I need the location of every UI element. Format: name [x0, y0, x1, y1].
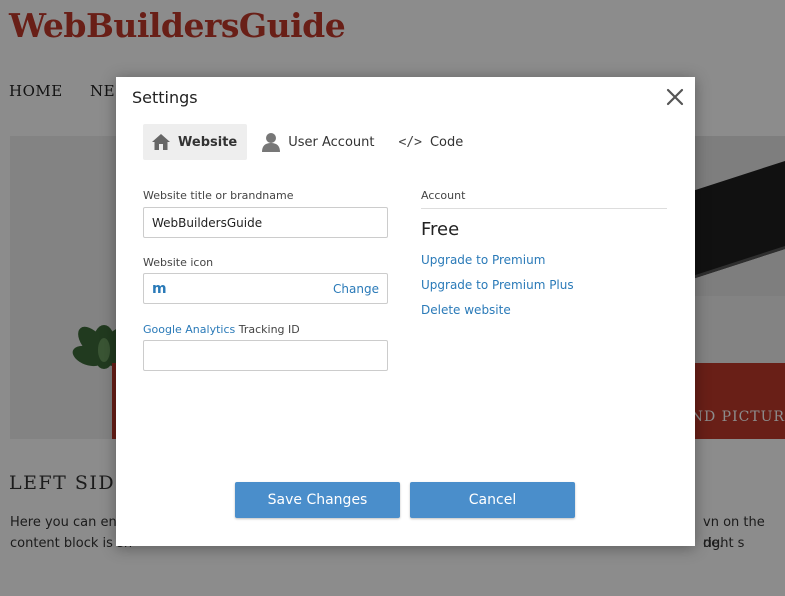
analytics-label-suffix: Tracking ID	[235, 323, 300, 336]
analytics-label: Google Analytics Tracking ID	[143, 323, 300, 336]
website-title-input[interactable]: WebBuildersGuide	[143, 207, 388, 238]
upgrade-premium-link[interactable]: Upgrade to Premium	[421, 253, 545, 267]
account-plan: Free	[421, 219, 460, 240]
upgrade-premium-plus-link[interactable]: Upgrade to Premium Plus	[421, 278, 574, 292]
tracking-id-input[interactable]	[143, 340, 388, 371]
cancel-button[interactable]: Cancel	[410, 482, 575, 518]
tab-user-account-label: User Account	[288, 134, 375, 150]
user-icon	[261, 132, 281, 152]
website-title-value: WebBuildersGuide	[152, 215, 263, 230]
website-icon-label: Website icon	[143, 256, 214, 269]
delete-website-link[interactable]: Delete website	[421, 303, 511, 317]
settings-tabs: Website User Account </> Code	[143, 124, 479, 160]
site-favicon-icon: m	[152, 280, 167, 297]
change-icon-link[interactable]: Change	[333, 282, 379, 296]
tab-code[interactable]: </> Code	[391, 124, 474, 160]
tab-code-label: Code	[429, 134, 464, 150]
website-icon-field: m Change	[143, 273, 388, 304]
home-icon	[151, 133, 171, 151]
google-analytics-link[interactable]: Google Analytics	[143, 323, 235, 336]
tab-website-label: Website	[178, 134, 238, 150]
save-changes-button[interactable]: Save Changes	[235, 482, 400, 518]
close-icon[interactable]	[664, 86, 686, 108]
code-icon: </>	[398, 134, 422, 150]
settings-dialog: Settings Website User Account </> Code W…	[116, 77, 695, 546]
dialog-title: Settings	[132, 88, 198, 107]
tab-user-account[interactable]: User Account	[253, 124, 384, 160]
website-title-label: Website title or brandname	[143, 189, 294, 202]
tab-website[interactable]: Website	[143, 124, 248, 160]
account-heading: Account	[421, 189, 667, 209]
